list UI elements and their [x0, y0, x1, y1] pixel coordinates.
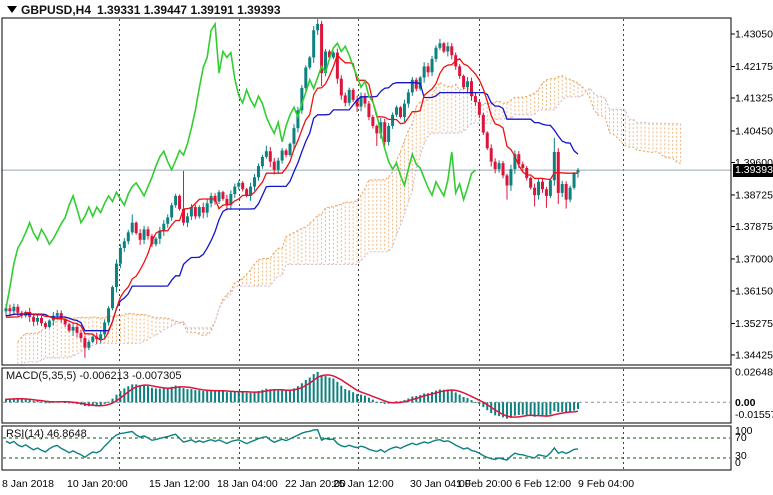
ichimoku-lines: [6, 24, 578, 340]
date-label: 10 Jan 20:00: [67, 478, 128, 490]
chikou-span-line: [6, 24, 475, 308]
rsi-tick-label: 70: [735, 432, 747, 444]
ichimoku-cloud: [18, 76, 681, 369]
chart-canvas[interactable]: 1.430501.421751.413251.404501.396001.387…: [0, 0, 773, 495]
symbol-timeframe-label: GBPUSD,H4: [21, 3, 91, 17]
price-tick-label: 1.37000: [735, 254, 773, 266]
date-label: 6 Feb 12:00: [515, 478, 571, 490]
senkou-span-b-line: [18, 88, 681, 368]
price-tick-label: 1.42175: [735, 61, 773, 73]
price-tick-label: 1.37875: [735, 221, 773, 233]
price-tick-label: 1.36150: [735, 285, 773, 297]
macd-tick-label: -0.01557: [735, 409, 773, 421]
macd-indicator-label: MACD(5,35,5) -0.006213 -0.007305: [6, 370, 182, 382]
senkou-span-a-line: [18, 76, 681, 342]
rsi-tick-label: 0: [735, 457, 741, 469]
price-tick-label: 1.40450: [735, 125, 773, 137]
date-label: 8 Jan 2018: [2, 478, 54, 490]
macd-tick-label: 0.00: [735, 397, 756, 409]
ohlc-values: 1.39331 1.39447 1.39191 1.39393: [97, 3, 281, 17]
price-tick-label: 1.43050: [735, 29, 773, 41]
current-price-tag: 1.39393: [733, 164, 773, 177]
price-tick-label: 1.38725: [735, 189, 773, 201]
chart-title: GBPUSD,H4 1.39331 1.39447 1.39191 1.39393: [21, 3, 281, 17]
price-tick-label: 1.41325: [735, 93, 773, 105]
date-label: 25 Jan 12:00: [333, 478, 394, 490]
price-tick-label: 1.34425: [735, 349, 773, 361]
candlesticks: [5, 19, 580, 358]
date-label: 15 Jan 12:00: [149, 478, 210, 490]
tenkan-sen-line: [6, 55, 578, 340]
indicator-level-lines: [3, 402, 730, 458]
rsi-line: [6, 430, 578, 460]
price-tick-label: 1.35275: [735, 318, 773, 330]
macd-tick-label: 0.026481: [735, 367, 773, 379]
chart-window: 1.430501.421751.413251.404501.396001.387…: [0, 0, 773, 495]
rsi-indicator-label: RSI(14) 46.8648: [6, 428, 87, 440]
kijun-sen-line: [6, 83, 578, 331]
axis-labels: 1.430501.421751.413251.404501.396001.387…: [2, 29, 773, 491]
symbol-dropdown-icon[interactable]: [7, 6, 17, 13]
date-label: 1 Feb 20:00: [456, 478, 512, 490]
date-label: 18 Jan 04:00: [217, 478, 278, 490]
rsi-plot: [6, 430, 578, 460]
date-label: 9 Feb 04:00: [578, 478, 634, 490]
